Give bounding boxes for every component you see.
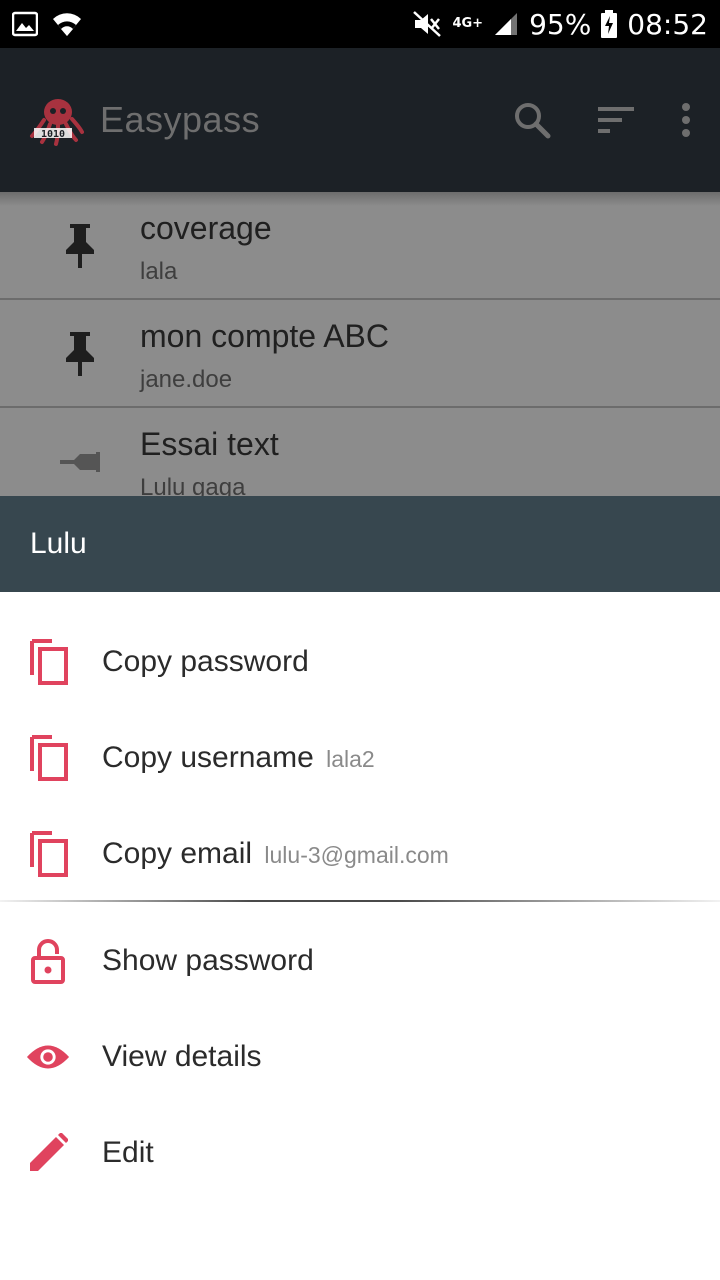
pin-outline-icon[interactable] <box>58 438 102 486</box>
mute-icon <box>413 11 442 37</box>
battery-icon <box>601 10 618 38</box>
network-type-label: 4G+ <box>452 16 484 31</box>
list-item[interactable]: Essai text Lulu gaga <box>0 408 720 496</box>
svg-text:1010: 1010 <box>41 129 65 140</box>
sheet-title: Lulu <box>30 527 87 560</box>
list-item-subtitle: lala <box>140 258 178 285</box>
search-icon[interactable] <box>512 100 552 140</box>
list-item-title: mon compte ABC <box>140 318 389 354</box>
view-details-action[interactable]: View details <box>0 1009 720 1105</box>
copy-icon <box>30 639 68 685</box>
copy-icon <box>30 831 68 877</box>
action-label: Show password <box>102 944 314 977</box>
more-vert-icon[interactable] <box>680 102 692 138</box>
action-label: Copy username <box>102 741 314 774</box>
pencil-icon <box>30 1133 68 1171</box>
copy-email-action[interactable]: Copy email lulu-3@gmail.com <box>0 806 720 902</box>
list-item-title: coverage <box>140 210 272 246</box>
status-bar: 4G+ 95% 08:52 <box>0 0 720 48</box>
entry-list: coverage lala mon compte ABC jane.doe Es… <box>0 192 720 496</box>
list-shadow <box>0 192 720 206</box>
eye-icon <box>26 1045 70 1069</box>
action-label: Copy password <box>102 645 309 678</box>
show-password-action[interactable]: Show password <box>0 913 720 1009</box>
edit-action[interactable]: Edit <box>0 1105 720 1201</box>
copy-icon <box>30 735 68 781</box>
clock: 08:52 <box>627 7 708 41</box>
action-label: View details <box>102 1040 262 1073</box>
app-title: Easypass <box>100 99 261 140</box>
copy-username-action[interactable]: Copy username lala2 <box>0 710 720 806</box>
list-item-subtitle: Lulu gaga <box>140 474 246 496</box>
email-value: lulu-3@gmail.com <box>264 842 449 868</box>
app-logo-icon: 1010 <box>30 99 84 146</box>
wifi-icon <box>53 13 81 36</box>
copy-password-action[interactable]: Copy password <box>0 614 720 710</box>
list-item-title: Essai text <box>140 426 279 462</box>
battery-percent: 95% <box>529 7 592 41</box>
action-sheet: Copy password Copy username lala2 Copy e… <box>0 592 720 1280</box>
action-label: Edit <box>102 1136 154 1169</box>
app-bar: 1010 Easypass <box>0 48 720 192</box>
gallery-icon <box>12 11 38 37</box>
list-item-subtitle: jane.doe <box>140 366 233 393</box>
lock-open-icon <box>31 939 65 984</box>
list-item[interactable]: mon compte ABC jane.doe <box>0 300 720 408</box>
list-item[interactable]: coverage lala <box>0 192 720 300</box>
divider <box>0 900 720 902</box>
pin-icon[interactable] <box>58 222 102 270</box>
pin-icon[interactable] <box>58 330 102 378</box>
action-label: Copy email <box>102 837 253 870</box>
username-value: lala2 <box>326 746 375 772</box>
signal-icon <box>495 13 518 35</box>
sheet-header: Lulu <box>0 496 720 592</box>
sort-icon[interactable] <box>596 103 636 137</box>
